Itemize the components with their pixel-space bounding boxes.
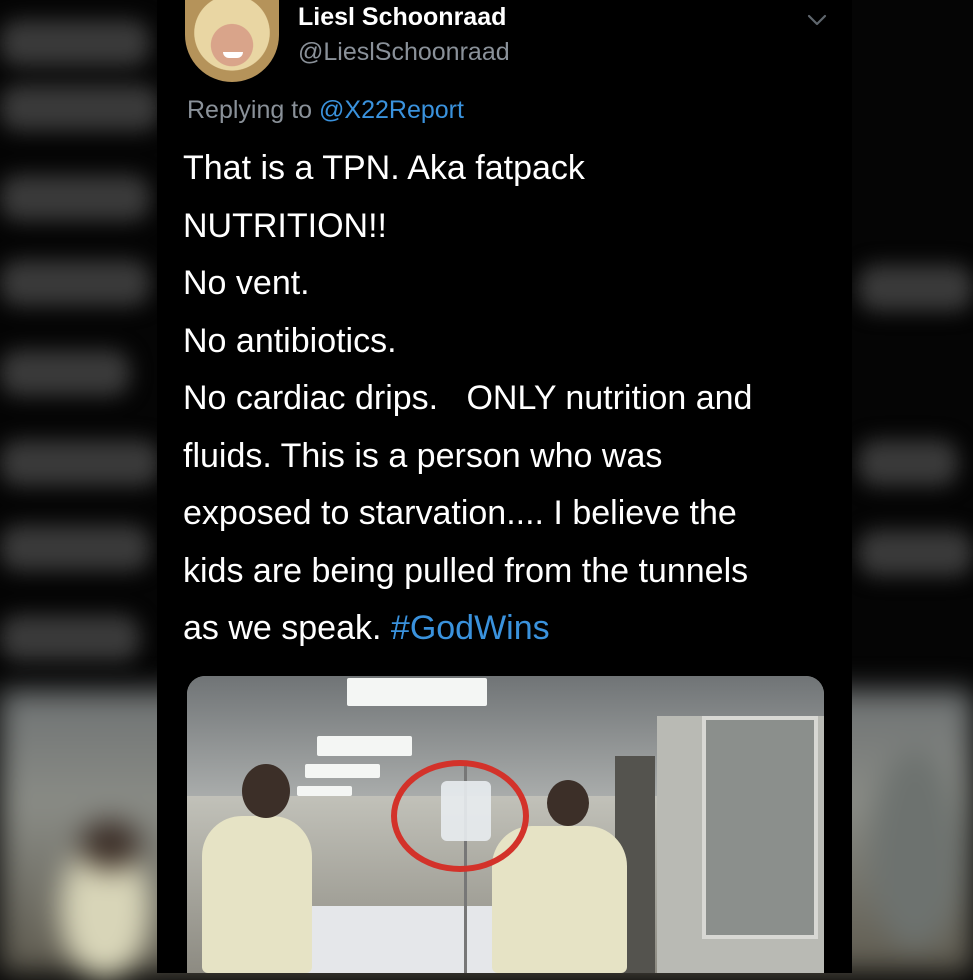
tweet-text-line: No cardiac drips. ONLY nutrition and xyxy=(183,379,753,417)
bulletin-board xyxy=(702,716,818,939)
tweet-card: Liesl Schoonraad @LieslSchoonraad Replyi… xyxy=(157,0,852,973)
tweet-text-segment: as we speak. xyxy=(183,609,382,647)
replying-prefix: Replying to xyxy=(187,96,313,124)
blur-shape xyxy=(0,175,150,221)
tweet-text-line: NUTRITION!! xyxy=(183,206,387,245)
ceiling-light xyxy=(297,786,352,796)
blur-shape xyxy=(0,525,150,571)
hashtag-link[interactable]: #GodWins xyxy=(391,609,550,647)
blur-shape xyxy=(0,440,160,486)
tweet-text-line: That is a TPN. Aka fatpack xyxy=(183,149,585,187)
blur-shape xyxy=(80,820,140,870)
blur-shape xyxy=(858,440,958,486)
medical-worker xyxy=(202,816,312,973)
display-name[interactable]: Liesl Schoonraad xyxy=(298,3,506,32)
avatar[interactable] xyxy=(185,0,279,82)
blur-shape xyxy=(858,265,973,311)
tweet-text-line: fluids. This is a person who was xyxy=(183,436,663,475)
mention-link[interactable]: @X22Report xyxy=(319,96,464,124)
blur-shape xyxy=(870,750,960,950)
tweet-text-line: kids are being pulled from the tunnels xyxy=(183,551,749,590)
replying-to: Replying to @X22Report xyxy=(187,96,464,125)
avatar-smile xyxy=(223,52,243,58)
tweet-text-line: No antibiotics. xyxy=(183,321,397,360)
ceiling-light xyxy=(347,678,487,706)
worker-head xyxy=(242,764,290,818)
chevron-down-icon[interactable] xyxy=(803,6,831,34)
blur-shape xyxy=(0,350,130,396)
blur-shape xyxy=(0,85,160,131)
worker-head xyxy=(547,780,589,826)
ceiling-light xyxy=(317,736,412,756)
tweet-text: That is a TPN. Aka fatpack NUTRITION!! N… xyxy=(183,140,843,658)
highlight-circle xyxy=(391,760,529,872)
ceiling-light xyxy=(305,764,380,778)
blur-shape xyxy=(0,260,150,306)
tweet-photo[interactable] xyxy=(187,676,824,973)
tweet-text-line: exposed to starvation.... I believe the xyxy=(183,494,737,532)
tweet-text-line: No vent. xyxy=(183,264,310,302)
blur-shape xyxy=(0,615,140,661)
blur-shape xyxy=(858,530,973,576)
tweet-text-last-line: as we speak. #GodWins xyxy=(183,600,843,658)
user-handle[interactable]: @LieslSchoonraad xyxy=(298,38,510,67)
blur-shape xyxy=(0,20,150,66)
